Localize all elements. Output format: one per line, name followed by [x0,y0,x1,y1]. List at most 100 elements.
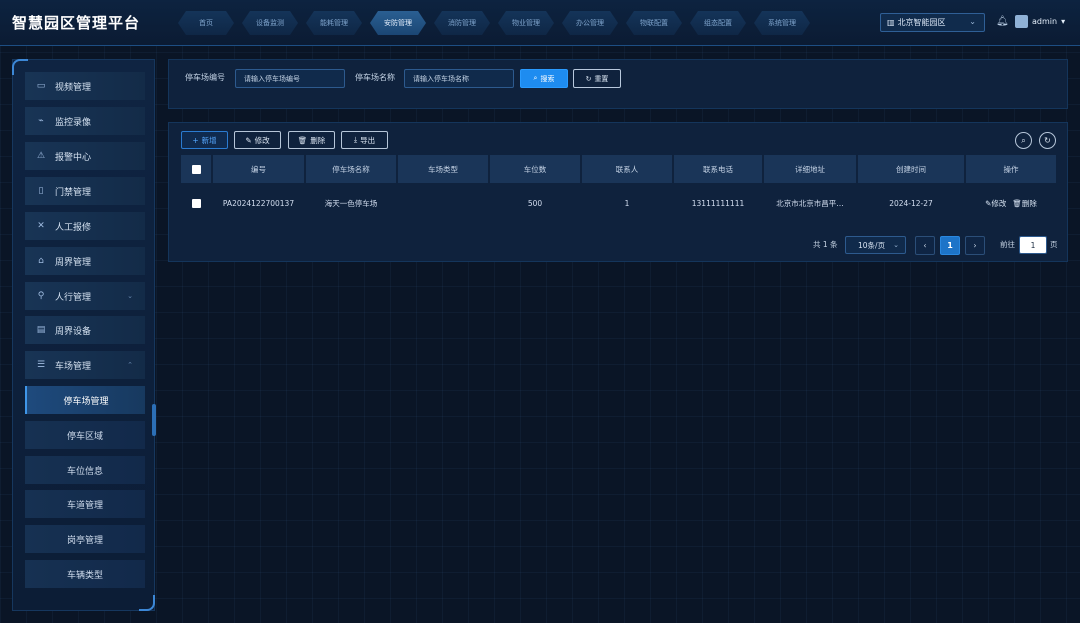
row-checkbox[interactable] [191,198,201,208]
sidebar-item-parking[interactable]: ☰ 车场管理 ⌃ [25,351,145,379]
park-select[interactable]: ▥ 北京智能园区 ⌄ [880,13,985,32]
parking-name-label: 停车场名称 [355,73,395,82]
sidebar-scrollbar[interactable] [152,404,156,436]
page-number-current[interactable]: 1 [940,236,960,255]
export-button-label: 导出 [360,135,376,145]
door-icon: ▯ [38,186,44,196]
parking-name-input[interactable] [404,69,514,88]
sidebar-item-label: 人行管理 [55,292,92,303]
prev-page-button[interactable]: ‹ [915,236,935,255]
nav-iot-config[interactable]: 物联配置 [626,11,682,35]
video-icon: ▭ [36,81,46,91]
row-delete-label: 删除 [1021,198,1037,208]
row-delete-link[interactable]: 🗑︎删除 [1012,198,1037,209]
sidebar-item-video[interactable]: ▭ 视频管理 [25,72,145,100]
column-header[interactable]: 创建时间 [858,155,964,183]
row-edit-label: 修改 [991,198,1007,208]
search-icon: ⌕ [533,74,538,82]
nav-security[interactable]: 安防管理 [370,11,426,35]
column-header[interactable]: 停车场名称 [306,155,396,183]
sidebar-item-perimeter-device[interactable]: ▤ 周界设备 [25,316,145,344]
nav-energy[interactable]: 能耗管理 [306,11,362,35]
sidebar-subitem-lane[interactable]: 车道管理 [25,490,145,518]
search-icon: ⌕ [1021,135,1026,145]
nav-fire[interactable]: 消防管理 [434,11,490,35]
sidebar-item-perimeter[interactable]: ⌂ 周界管理 [25,247,145,275]
column-header[interactable]: 联系电话 [674,155,762,183]
search-button-label: 搜索 [540,74,555,83]
column-header: 操作 [966,155,1056,183]
add-button-label: 新增 [201,135,217,145]
caret-down-icon: ▾ [1061,17,1066,26]
cell-created: 2024-12-27 [889,198,933,208]
page-unit-label: 页 [1050,240,1058,249]
delete-button-label: 删除 [310,135,326,145]
row-edit-link[interactable]: ✎修改 [985,198,1006,209]
export-button[interactable]: ⤓ 导出 [341,131,388,149]
table-row[interactable]: PA2024122700137 海天一色停车场 500 1 1311111111… [181,190,1056,216]
sidebar-subitem-space-info[interactable]: 车位信息 [25,456,145,484]
sidebar-subitem-booth[interactable]: 岗亭管理 [25,525,145,553]
cell-phone: 13111111111 [691,198,745,208]
chevron-up-icon: ⌃ [127,361,133,369]
tools-icon: ✕ [37,221,45,231]
sidebar-subitem-vehicle-type[interactable]: 车辆类型 [25,560,145,588]
nav-device[interactable]: 设备监测 [242,11,298,35]
search-panel: 停车场编号 停车场名称 ⌕ 搜索 ↻ 重置 [168,59,1068,109]
parking-code-input[interactable] [235,69,345,88]
delete-button[interactable]: 🗑︎ 删除 [288,131,335,149]
select-all-checkbox[interactable] [191,164,201,174]
sidebar-item-label: 视频管理 [55,82,92,93]
download-icon: ⤓ [353,135,358,144]
cell-address: 北京市北京市昌平… [776,198,844,208]
reset-button[interactable]: ↻ 重置 [573,69,621,88]
top-header: 智慧园区管理平台 首页 设备监测 能耗管理 安防管理 消防管理 物业管理 办公管… [0,0,1080,46]
sidebar-item-recording[interactable]: ⌁ 监控录像 [25,107,145,135]
column-header[interactable]: 详细地址 [764,155,856,183]
pagination-total: 共 1 条 [813,240,838,249]
sidebar-item-access[interactable]: ▯ 门禁管理 [25,177,145,205]
page-size-select[interactable]: 10条/页 ⌄ [845,236,906,254]
cell-name: 海天一色停车场 [324,198,378,208]
toggle-search-button[interactable]: ⌕ [1015,132,1032,149]
avatar [1015,15,1028,28]
reset-button-label: 重置 [594,74,609,83]
sidebar-subitem-parking-lot[interactable]: 停车场管理 [25,386,145,414]
column-header[interactable]: 联系人 [582,155,672,183]
add-button[interactable]: + 新增 [181,131,228,149]
bell-icon[interactable]: 🔔︎ [996,16,1009,27]
sidebar-item-repair[interactable]: ✕ 人工报修 [25,212,145,240]
alarm-icon: ⚠ [36,151,46,161]
nav-home[interactable]: 首页 [178,11,234,35]
user-menu[interactable]: admin ▾ [1015,15,1065,28]
refresh-button[interactable]: ↻ [1039,132,1056,149]
edit-button-label: 修改 [254,135,270,145]
chevron-left-icon: ‹ [923,241,927,250]
nav-property[interactable]: 物业管理 [498,11,554,35]
sidebar: ▭ 视频管理 ⌁ 监控录像 ⚠ 报警中心 ▯ 门禁管理 ✕ 人工报修 ⌂ 周界管… [12,59,155,611]
edit-button[interactable]: ✎ 修改 [234,131,281,149]
column-header[interactable]: 车场类型 [398,155,488,183]
sidebar-item-alarm[interactable]: ⚠ 报警中心 [25,142,145,170]
parking-code-label: 停车场编号 [185,73,225,82]
nav-office[interactable]: 办公管理 [562,11,618,35]
nav-scada-config[interactable]: 组态配置 [690,11,746,35]
sidebar-subitem-parking-area[interactable]: 停车区域 [25,421,145,449]
goto-page-input[interactable] [1019,236,1047,254]
page-size-value: 10条/页 [858,240,886,250]
trash-icon: 🗑︎ [1012,198,1022,208]
next-page-button[interactable]: › [965,236,985,255]
column-header[interactable]: 车位数 [490,155,580,183]
cell-type [398,190,488,216]
sidebar-item-pedestrian[interactable]: ⚲ 人行管理 ⌄ [25,282,145,310]
cell-code: PA2024122700137 [222,198,295,208]
trash-icon: 🗑︎ [297,135,308,145]
search-button[interactable]: ⌕ 搜索 [520,69,568,88]
row-select-cell [181,190,211,216]
column-header[interactable]: 编号 [213,155,304,183]
perimeter-icon: ⌂ [38,256,44,266]
sidebar-item-label: 门禁管理 [55,187,92,198]
sidebar-item-label: 报警中心 [55,152,92,163]
parking-icon: ☰ [36,360,46,370]
nav-system[interactable]: 系统管理 [754,11,810,35]
